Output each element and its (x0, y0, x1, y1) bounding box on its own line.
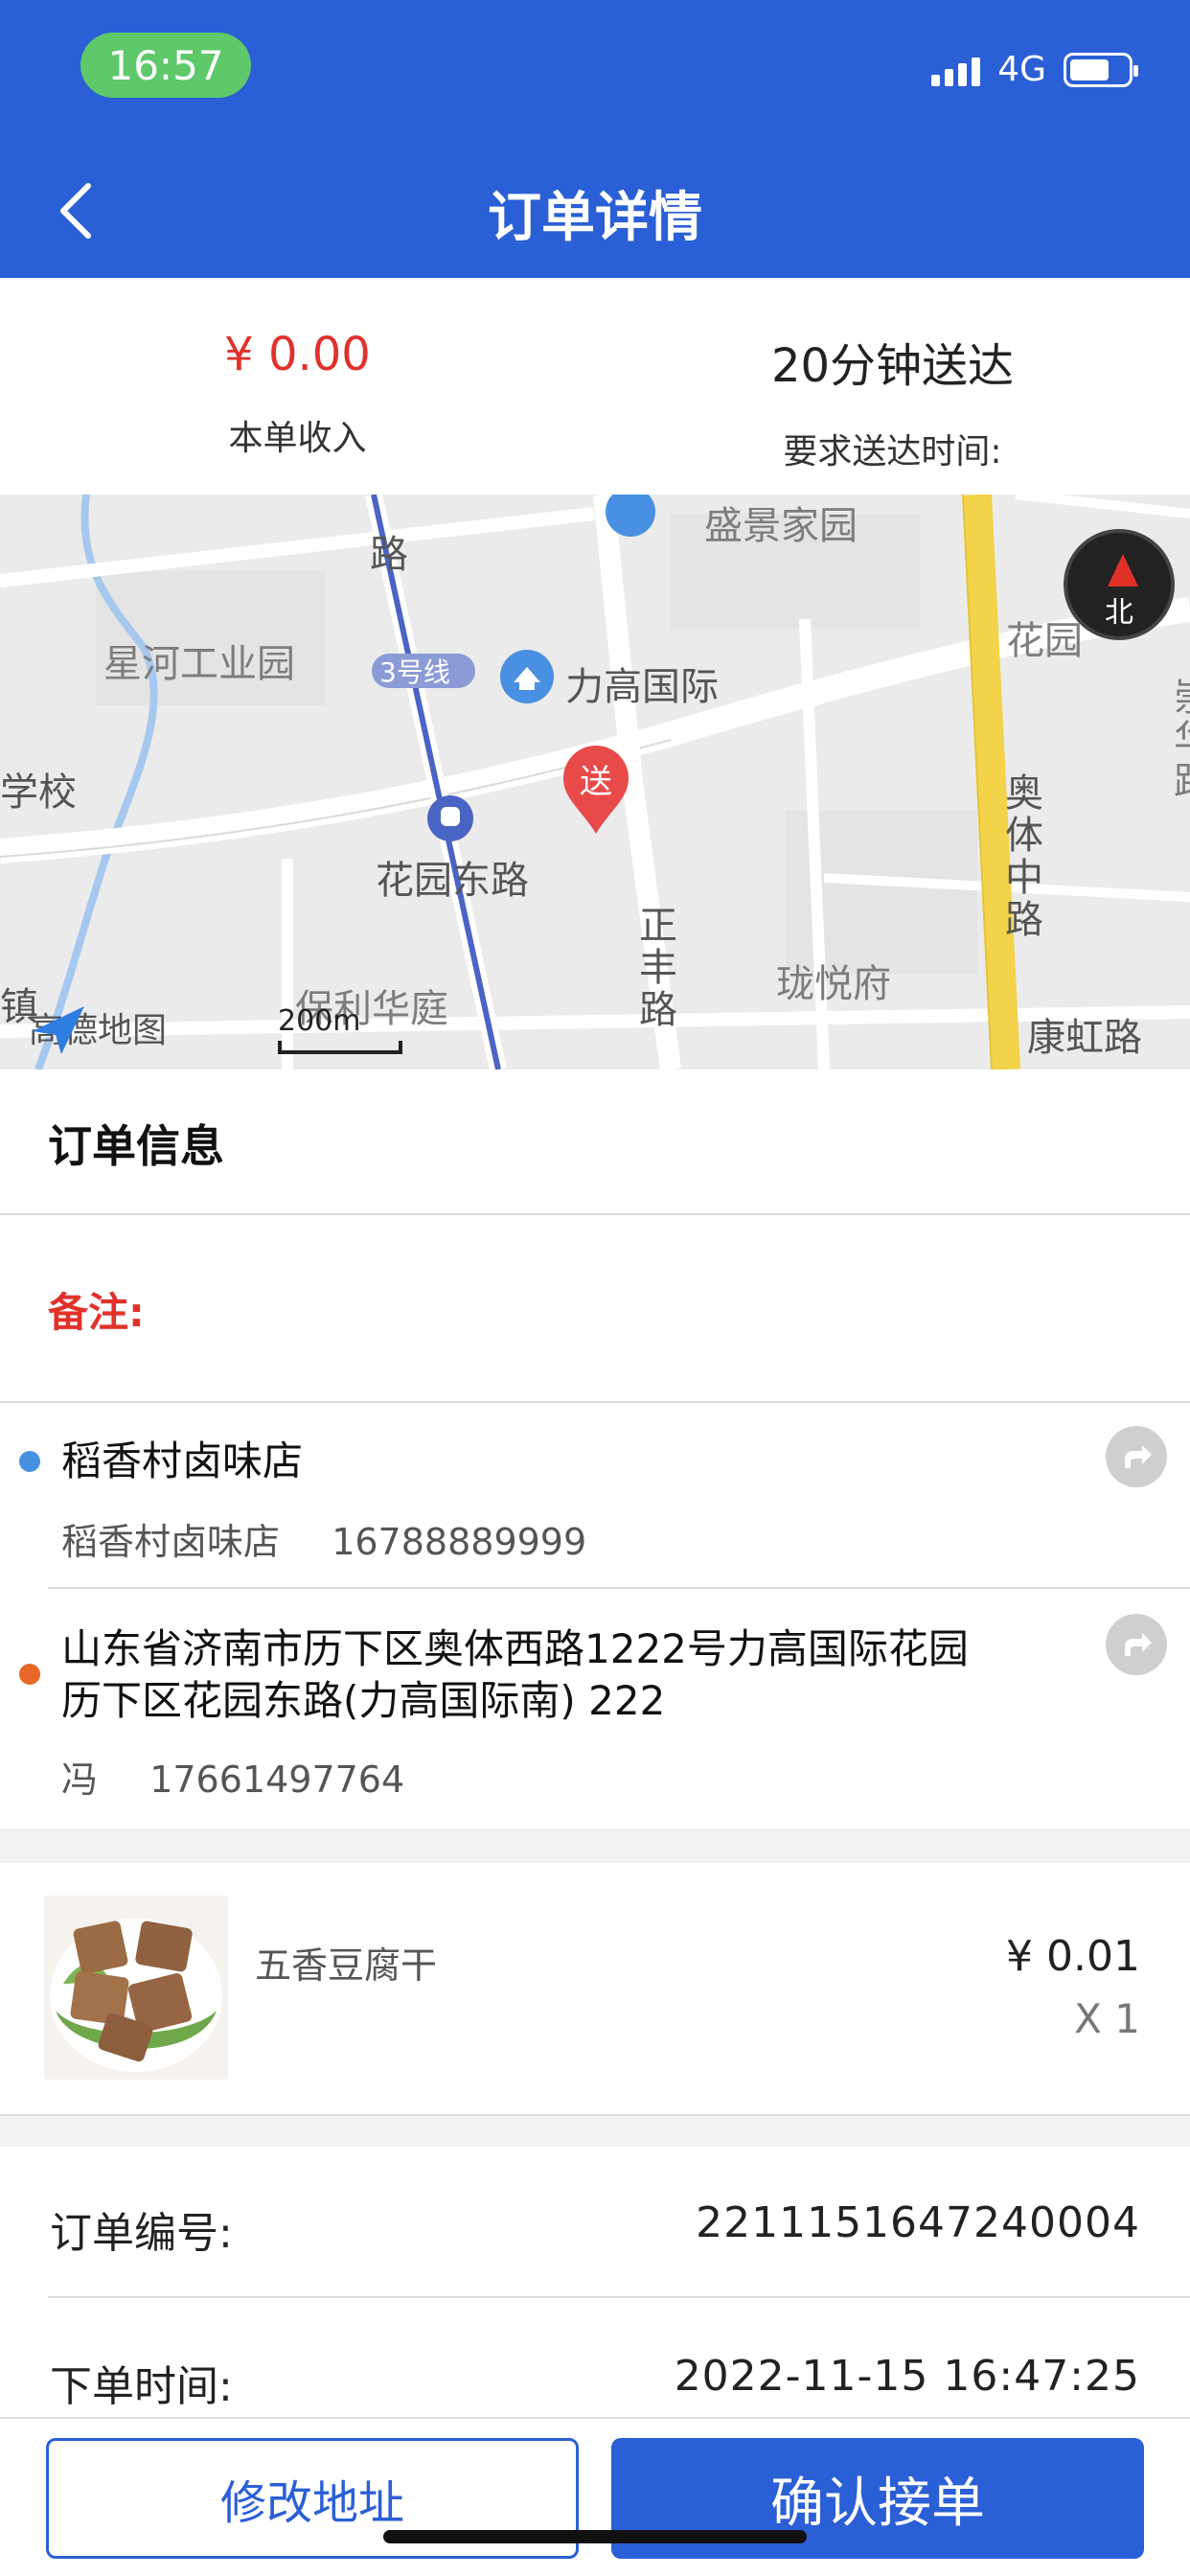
dropoff-phone[interactable]: 17661497764 (149, 1759, 404, 1801)
order-summary: ¥ 0.00 本单收入 20分钟送达 要求送达时间: (0, 278, 1190, 494)
income-label: 本单收入 (228, 419, 367, 458)
amap-logo: 高德地图 (29, 1002, 167, 1054)
map-label-xinghe: 星河工业园 (103, 642, 295, 686)
map-label-chonghua: 崇华路 (1167, 677, 1190, 803)
income-block: ¥ 0.00 本单收入 (0, 278, 595, 494)
delivery-value: 20分钟送达 (770, 339, 1015, 393)
order-number-label: 订单编号: (50, 2209, 233, 2258)
compass-icon[interactable]: 北 (1064, 529, 1175, 640)
product-image (44, 1896, 228, 2080)
map-label-line3: 3号线 (379, 656, 450, 688)
section-gap (0, 2114, 1190, 2147)
map-label-longyue: 珑悦府 (776, 962, 891, 1006)
pickup-name: 稻香村卤味店 (61, 1438, 304, 1484)
map-label-shengjing: 盛景家园 (704, 504, 858, 548)
top-bar: 16:57 4G 订单详情 (0, 0, 1190, 278)
remark-label: 备注: (48, 1289, 145, 1336)
product-quantity: X 1 (1074, 1995, 1140, 2042)
section-gap (0, 1828, 1190, 1863)
dropoff-navigate-button[interactable] (1106, 1614, 1167, 1675)
pickup-navigate-button[interactable] (1106, 1426, 1167, 1487)
pickup-contact-row: 稻香村卤味店 16788889999 (61, 1512, 586, 1565)
income-value: ¥ 0.00 (224, 328, 371, 381)
network-type: 4G (997, 50, 1046, 89)
navigate-arrow-icon (1125, 1445, 1152, 1468)
divider (48, 2296, 1190, 2298)
dropoff-contact: 冯 (61, 1759, 99, 1801)
map-label-aoti: 奥体中路 (998, 772, 1042, 941)
map-label-huayuan-donglu: 花园东路 (376, 859, 529, 903)
home-indicator (383, 2530, 807, 2543)
divider (0, 1401, 1190, 1403)
page-title: 订单详情 (488, 187, 702, 249)
dropoff-contact-row: 冯 17661497764 (61, 1750, 404, 1803)
delivery-label: 要求送达时间: (783, 432, 1002, 472)
divider (0, 1213, 1190, 1215)
delivery-map[interactable]: 盛景家园 星河工业园 3号线 力高国际 学校 花园东路 花园 正丰路 珑悦府 保… (0, 494, 1190, 1070)
delivery-pin[interactable]: 送 (560, 744, 632, 836)
map-scale-bar (278, 1041, 402, 1054)
pickup-contact: 稻香村卤味店 (61, 1521, 281, 1563)
compass-needle (1108, 554, 1138, 586)
divider (48, 1587, 1190, 1589)
app-root: 16:57 4G 订单详情 ¥ 0.00 本单收入 20分钟送达 要求送达时间: (0, 0, 1190, 2576)
pickup-phone[interactable]: 16788889999 (332, 1521, 586, 1563)
tofu-dish-icon (50, 1919, 222, 2072)
map-label-zhengfeng: 正丰路 (632, 905, 676, 1031)
order-time-value: 2022-11-15 16:47:25 (674, 2352, 1140, 2401)
order-number-value: 2211151647240004 (696, 2198, 1140, 2247)
map-label-kanghong: 康虹路 (1027, 1016, 1142, 1060)
amap-logo-icon (33, 1006, 84, 1054)
divider (0, 2114, 1190, 2116)
dropoff-address-line1: 山东省济南市历下区奥体西路1222号力高国际花园 (61, 1625, 969, 1672)
compass-label: 北 (1105, 596, 1133, 630)
pin-label: 送 (580, 763, 612, 801)
divider (0, 2417, 1190, 2419)
battery-icon (1064, 52, 1138, 87)
status-time: 16:57 (80, 33, 251, 98)
map-label-xuexiao: 学校 (0, 770, 77, 815)
dropoff-address-line2: 历下区花园东路(力高国际南) 222 (61, 1677, 666, 1724)
delivery-block: 20分钟送达 要求送达时间: (595, 278, 1190, 494)
order-time-label: 下单时间: (50, 2362, 233, 2411)
map-label-lu-top: 路 (370, 533, 408, 577)
map-scale-label: 200m (278, 1004, 361, 1038)
product-name: 五香豆腐干 (255, 1944, 438, 1987)
map-label-ligao: 力高国际 (565, 665, 719, 709)
dropoff-dot (19, 1664, 40, 1685)
product-price: ¥ 0.01 (1006, 1932, 1140, 1981)
navigate-arrow-icon (1125, 1633, 1152, 1656)
section-title-order-info: 订单信息 (48, 1120, 224, 1172)
status-icons: 4G (931, 50, 1138, 89)
signal-icon (931, 54, 981, 86)
pickup-dot (19, 1451, 40, 1472)
